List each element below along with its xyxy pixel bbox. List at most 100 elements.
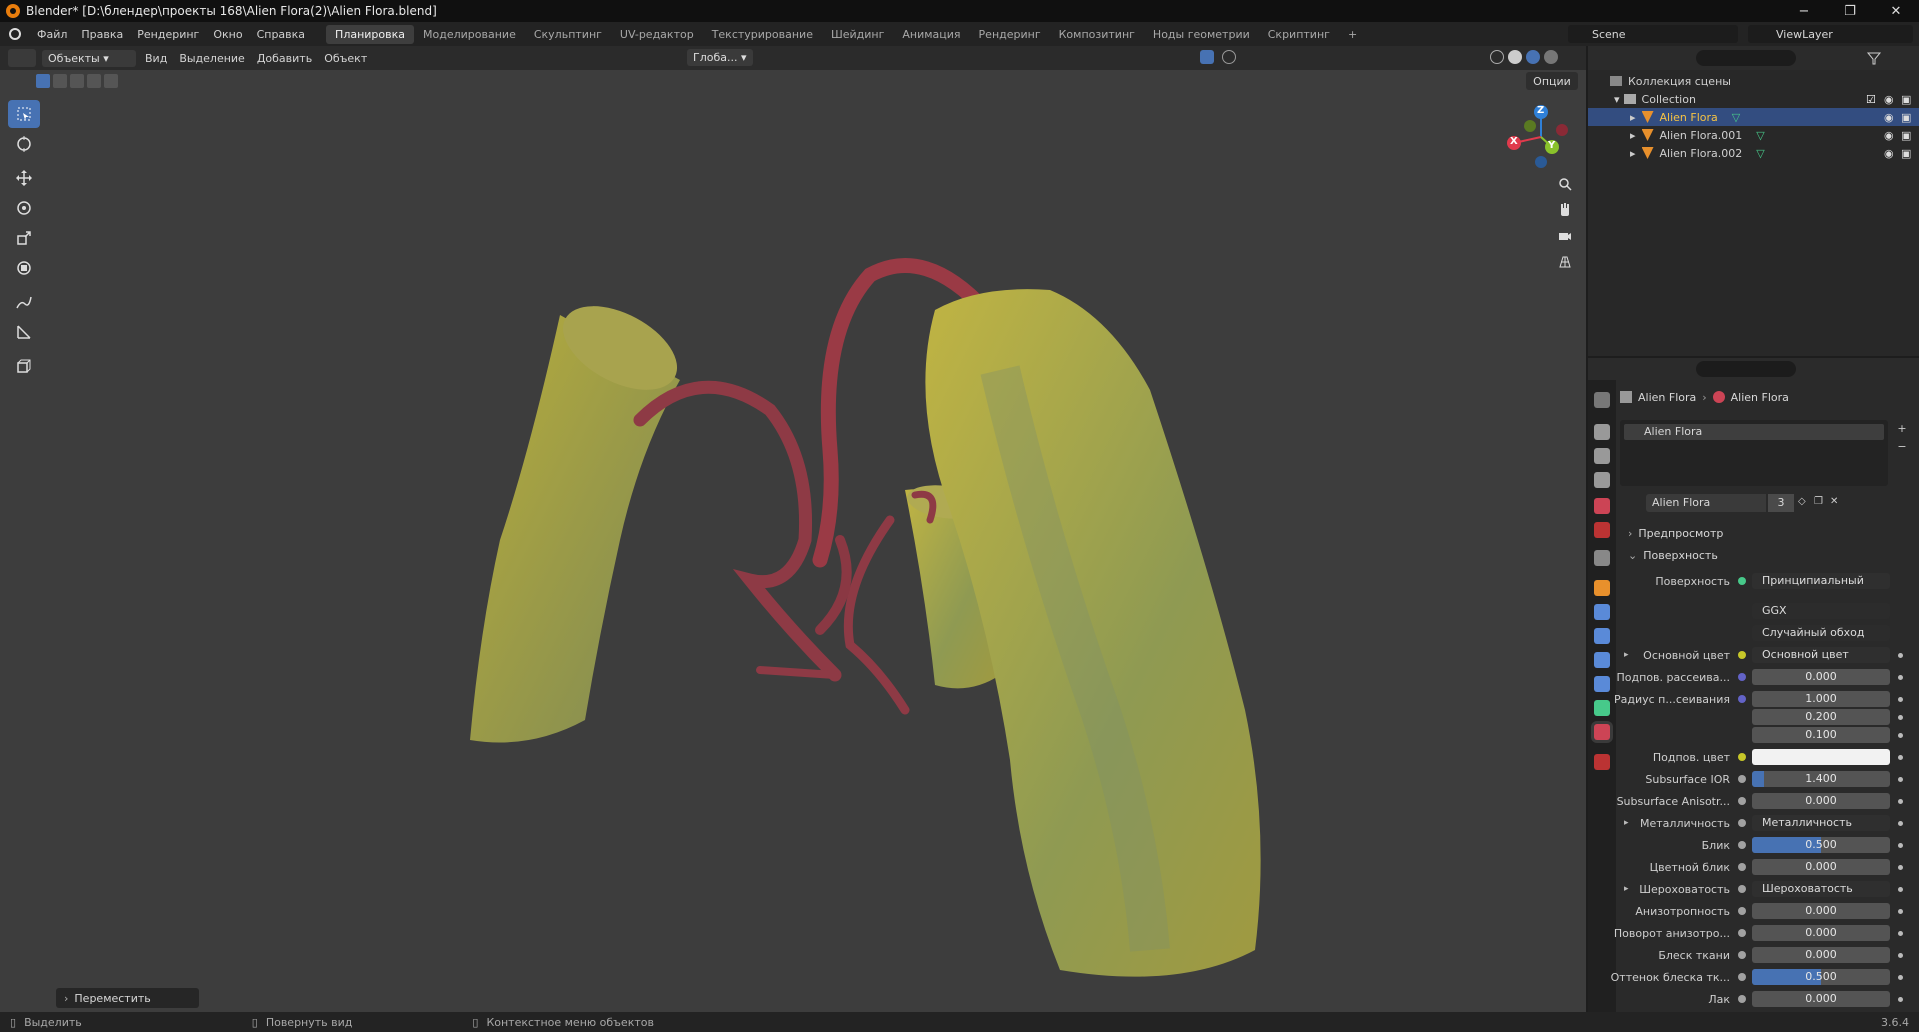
socket-icon[interactable]: [1738, 995, 1746, 1003]
duplicate-icon[interactable]: ❐: [1814, 496, 1828, 510]
menu-help[interactable]: Справка: [250, 28, 312, 41]
chevron-down-icon[interactable]: ▾: [1614, 93, 1620, 106]
keyframe-dot-icon[interactable]: [1898, 886, 1903, 892]
socket-icon[interactable]: [1738, 753, 1746, 761]
menu-edit[interactable]: Правка: [74, 28, 130, 41]
keyframe-dot-icon[interactable]: [1898, 674, 1903, 680]
particles-tab-icon[interactable]: [1594, 628, 1610, 644]
keyframe-dot-icon[interactable]: [1898, 974, 1903, 980]
material-name-field[interactable]: Alien Flora: [1646, 494, 1766, 512]
chevron-right-icon[interactable]: ▸: [1630, 111, 1636, 124]
param-value-field[interactable]: 0.000: [1752, 859, 1890, 875]
keyframe-dot-icon[interactable]: [1898, 842, 1903, 848]
expand-arrow-icon[interactable]: ▸: [1624, 818, 1629, 828]
mode-dropdown[interactable]: Объекты ▾: [42, 49, 136, 67]
param-value-field[interactable]: [1752, 749, 1890, 765]
view-layer-selector[interactable]: ViewLayer: [1748, 25, 1913, 43]
material-preview-icon[interactable]: [1526, 50, 1540, 64]
gizmo-toggle-icon[interactable]: [1200, 50, 1214, 64]
surface-panel-header[interactable]: ⌄ Поверхность: [1628, 546, 1908, 564]
keyframe-dot-icon[interactable]: [1898, 652, 1903, 658]
outliner[interactable]: Коллекция сцены ▾ Collection ☑ ◉ ▣ ▸ Ali…: [1588, 46, 1919, 356]
maximize-button[interactable]: ❐: [1827, 0, 1873, 22]
checkbox-icon[interactable]: ☑: [1866, 93, 1876, 106]
param-value-field[interactable]: 0.000: [1752, 903, 1890, 919]
minimize-button[interactable]: −: [1781, 0, 1827, 22]
physics-tab-icon[interactable]: [1594, 652, 1610, 668]
shading-modes[interactable]: [1490, 50, 1580, 66]
output-tab-icon[interactable]: [1594, 448, 1610, 464]
wireframe-shading-icon[interactable]: [1490, 50, 1504, 64]
3d-viewport[interactable]: Опции Z X Y › Переместить: [0, 70, 1586, 1012]
param-value-field[interactable]: Основной цвет: [1752, 647, 1890, 663]
keyframe-dot-icon[interactable]: [1898, 820, 1903, 826]
keyframe-dot-icon[interactable]: [1898, 732, 1903, 738]
keyframe-dot-icon[interactable]: [1898, 798, 1903, 804]
scene-tab-icon[interactable]: [1594, 498, 1610, 514]
user-count[interactable]: 3: [1768, 494, 1794, 512]
material-slot-item[interactable]: Alien Flora: [1624, 424, 1884, 440]
camera-icon[interactable]: ▣: [1901, 147, 1911, 160]
socket-icon[interactable]: [1738, 775, 1746, 783]
overlay-controls[interactable]: [1200, 50, 1300, 66]
view-layer-tab-icon[interactable]: [1594, 472, 1610, 488]
menu-window[interactable]: Окно: [206, 28, 249, 41]
tool-tab-icon[interactable]: [1594, 392, 1610, 408]
last-operator-panel[interactable]: › Переместить: [56, 988, 199, 1008]
param-value-field[interactable]: 0.200: [1752, 709, 1890, 725]
param-value-field[interactable]: 1.000: [1752, 691, 1890, 707]
keyframe-dot-icon[interactable]: [1898, 696, 1903, 702]
param-value-field[interactable]: 0.000: [1752, 991, 1890, 1007]
camera-icon[interactable]: ▣: [1901, 111, 1911, 124]
param-value-field[interactable]: 0.000: [1752, 947, 1890, 963]
socket-icon[interactable]: [1738, 841, 1746, 849]
object-tab-icon[interactable]: [1594, 580, 1610, 596]
remove-slot-button[interactable]: −: [1894, 440, 1910, 456]
socket-icon[interactable]: [1738, 951, 1746, 959]
outliner-item-alien-flora[interactable]: ▸ Alien Flora ▽ ◉ ▣: [1588, 108, 1919, 126]
keyframe-dot-icon[interactable]: [1898, 776, 1903, 782]
tab-geometry-nodes[interactable]: Ноды геометрии: [1144, 25, 1259, 44]
blender-menu-icon[interactable]: [0, 28, 30, 40]
tab-compositing[interactable]: Композитинг: [1050, 25, 1144, 44]
tab-shading[interactable]: Шейдинг: [822, 25, 893, 44]
keyframe-dot-icon[interactable]: [1898, 952, 1903, 958]
outliner-scene-collection[interactable]: Коллекция сцены: [1588, 72, 1919, 90]
menu-render[interactable]: Рендеринг: [130, 28, 206, 41]
tab-sculpting[interactable]: Скульптинг: [525, 25, 611, 44]
chevron-right-icon[interactable]: ▸: [1630, 129, 1636, 142]
tab-layout[interactable]: Планировка: [326, 24, 415, 44]
menu-view[interactable]: Вид: [139, 52, 173, 65]
socket-icon[interactable]: [1738, 973, 1746, 981]
properties-search-input[interactable]: [1696, 361, 1796, 377]
data-tab-icon[interactable]: [1594, 700, 1610, 716]
expand-arrow-icon[interactable]: ▸: [1624, 650, 1629, 660]
constraints-tab-icon[interactable]: [1594, 676, 1610, 692]
expand-arrow-icon[interactable]: ▸: [1624, 884, 1629, 894]
tab-uv-editing[interactable]: UV-редактор: [611, 25, 703, 44]
keyframe-dot-icon[interactable]: [1898, 996, 1903, 1002]
param-value-field[interactable]: 0.000: [1752, 793, 1890, 809]
menu-file[interactable]: Файл: [30, 28, 74, 41]
menu-add[interactable]: Добавить: [251, 52, 318, 65]
socket-icon[interactable]: [1738, 797, 1746, 805]
render-tab-icon[interactable]: [1594, 424, 1610, 440]
tab-texture-paint[interactable]: Текстурирование: [703, 25, 822, 44]
param-value-field[interactable]: 0.500: [1752, 969, 1890, 985]
chevron-right-icon[interactable]: ▸: [1630, 147, 1636, 160]
outliner-item-alien-flora-002[interactable]: ▸ Alien Flora.002 ▽ ◉ ▣: [1588, 144, 1919, 162]
camera-icon[interactable]: ▣: [1901, 93, 1911, 106]
fake-user-icon[interactable]: ◇: [1798, 496, 1812, 510]
socket-icon[interactable]: [1738, 819, 1746, 827]
outliner-search-input[interactable]: [1696, 50, 1796, 66]
keyframe-dot-icon[interactable]: [1898, 864, 1903, 870]
param-value-field[interactable]: 0.000: [1752, 669, 1890, 685]
unlink-icon[interactable]: ✕: [1830, 496, 1844, 510]
keyframe-dot-icon[interactable]: [1898, 930, 1903, 936]
texture-tab-icon[interactable]: [1594, 754, 1610, 770]
keyframe-dot-icon[interactable]: [1898, 714, 1903, 720]
surface-shader-field[interactable]: Принципиальный BSDF: [1752, 573, 1890, 589]
editor-type-dropdown[interactable]: [8, 49, 36, 67]
keyframe-dot-icon[interactable]: [1898, 754, 1903, 760]
camera-icon[interactable]: ▣: [1901, 129, 1911, 142]
